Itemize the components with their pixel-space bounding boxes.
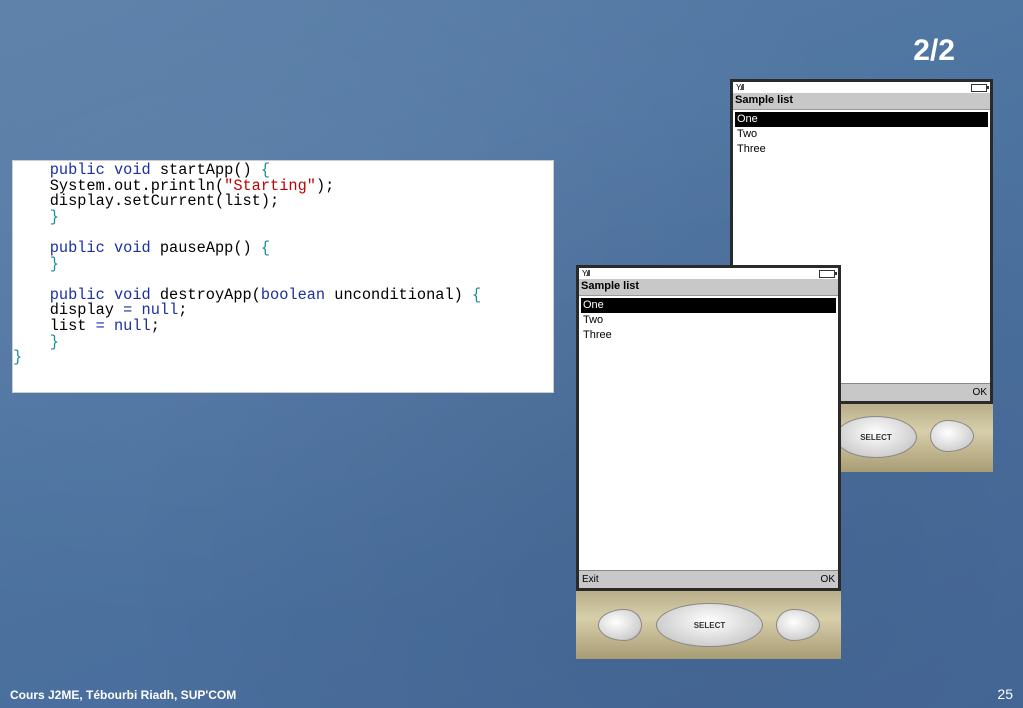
list-item[interactable]: Three [735,142,988,157]
list-title: Sample list [579,279,838,296]
right-soft-key[interactable] [776,609,820,641]
list-item[interactable]: One [735,112,988,127]
list-item[interactable]: Three [581,328,836,343]
signal-icon: Y.ıll [736,83,744,92]
list-item[interactable]: Two [735,127,988,142]
phone-emulator-front: Y.ıll Sample list One Two Three Exit OK … [576,265,841,659]
soft-key-ok[interactable]: OK [973,387,987,398]
left-soft-key[interactable] [598,609,642,641]
code-snippet: public void startApp() { System.out.prin… [12,160,554,393]
battery-icon [971,83,989,92]
right-soft-key[interactable] [930,420,974,452]
phone-screen: Y.ıll Sample list One Two Three Exit OK [576,265,841,591]
list-item[interactable]: Two [581,313,836,328]
soft-key-ok[interactable]: OK [821,574,835,585]
soft-key-exit[interactable]: Exit [582,574,599,585]
select-button[interactable]: SELECT [835,416,917,458]
phone-keypad: SELECT [576,591,841,659]
slide-page-label: 2/2 [913,34,955,67]
list-title: Sample list [733,93,990,110]
list-item[interactable]: One [581,298,836,313]
footer-page-number: 25 [997,686,1013,702]
signal-icon: Y.ıll [582,269,590,278]
footer-credit: Cours J2ME, Tébourbi Riadh, SUP'COM [10,688,237,702]
select-button[interactable]: SELECT [656,603,763,647]
battery-icon [819,269,837,278]
